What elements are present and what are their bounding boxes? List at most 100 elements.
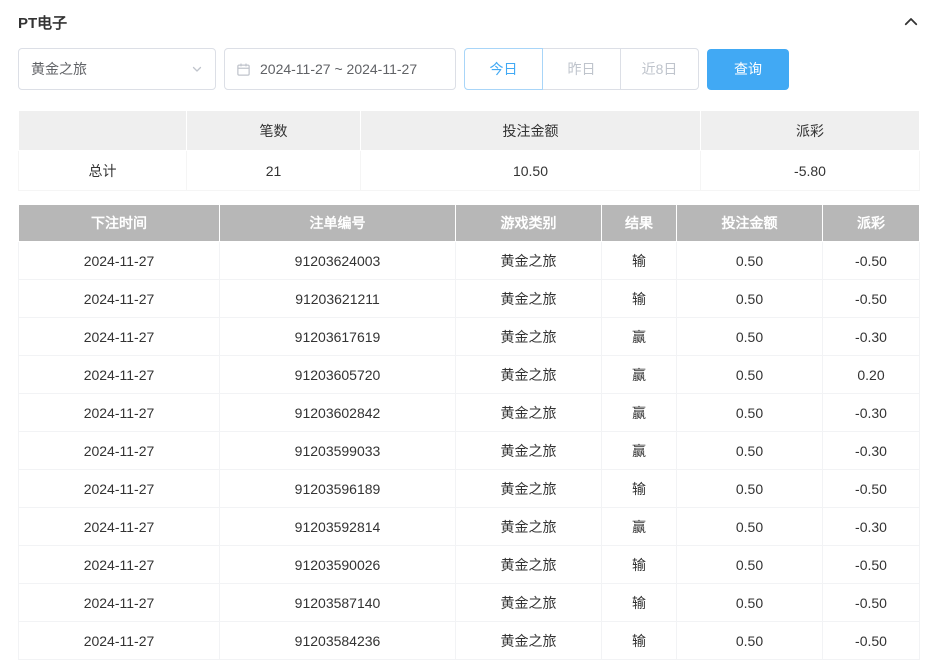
order-id-cell: 91203590026	[219, 545, 456, 584]
search-button[interactable]: 查询	[707, 48, 789, 90]
bet-amount-cell: 0.50	[676, 583, 823, 622]
table-row: 2024-11-27 91203596189 黄金之旅输 0.50 -0.50	[18, 469, 920, 508]
bet-amount-cell: 0.50	[676, 469, 823, 508]
date-range-input[interactable]: 2024-11-27 ~ 2024-11-27	[224, 48, 456, 90]
table-row: 2024-11-27 91203621211 黄金之旅输 0.50 -0.50	[18, 279, 920, 318]
chevron-up-icon[interactable]	[902, 13, 920, 31]
header-order-id: 注单编号	[219, 204, 456, 242]
order-id-cell: 91203592814	[219, 507, 456, 546]
game-type-cell: 黄金之旅	[455, 431, 602, 470]
bet-time-cell: 2024-11-27	[18, 507, 220, 546]
result-cell: 输	[601, 621, 677, 660]
payout-cell: -0.50	[822, 469, 920, 508]
bet-time-cell: 2024-11-27	[18, 621, 220, 660]
game-type-cell: 黄金之旅	[455, 279, 602, 318]
summary-header-payout: 派彩	[700, 110, 920, 151]
order-id-cell: 91203624003	[219, 241, 456, 280]
bet-time-cell: 2024-11-27	[18, 279, 220, 318]
chevron-down-icon	[191, 63, 203, 75]
table-row: 2024-11-27 91203624003 黄金之旅输 0.50 -0.50	[18, 241, 920, 280]
payout-cell: -0.50	[822, 279, 920, 318]
panel-header: PT电子	[18, 0, 920, 44]
game-select[interactable]: 黄金之旅	[18, 48, 216, 90]
payout-cell: -0.50	[822, 621, 920, 660]
payout-cell: -0.30	[822, 393, 920, 432]
payout-cell: -0.50	[822, 545, 920, 584]
result-cell: 输	[601, 279, 677, 318]
bet-amount-cell: 0.50	[676, 279, 823, 318]
bet-table-header-row: 下注时间 注单编号 游戏类别 结果 投注金额 派彩	[18, 204, 920, 242]
bet-time-cell: 2024-11-27	[18, 431, 220, 470]
result-cell: 赢	[601, 431, 677, 470]
header-payout: 派彩	[822, 204, 920, 242]
payout-cell: -0.30	[822, 317, 920, 356]
result-cell: 输	[601, 469, 677, 508]
bet-records-table: 下注时间 注单编号 游戏类别 结果 投注金额 派彩 2024-11-27 9120…	[18, 204, 920, 660]
table-row: 2024-11-27 91203602842 黄金之旅赢 0.50 -0.30	[18, 393, 920, 432]
result-cell: 赢	[601, 317, 677, 356]
bet-amount-cell: 0.50	[676, 355, 823, 394]
summary-payout-value: -5.80	[700, 150, 920, 191]
quick-date-button-group: 今日 昨日 近8日	[464, 48, 699, 90]
report-panel: PT电子 黄金之旅 2024-11-27 ~ 2024-11-27 今日 昨日 …	[0, 0, 938, 660]
table-row: 2024-11-27 91203587140 黄金之旅输 0.50 -0.50	[18, 583, 920, 622]
summary-header-blank	[18, 110, 187, 151]
result-cell: 输	[601, 545, 677, 584]
bet-amount-cell: 0.50	[676, 621, 823, 660]
summary-count-value: 21	[186, 150, 361, 191]
table-row: 2024-11-27 91203584236 黄金之旅输 0.50 -0.50	[18, 621, 920, 660]
header-bet-amount: 投注金额	[676, 204, 823, 242]
table-row: 2024-11-27 91203592814 黄金之旅赢 0.50 -0.30	[18, 507, 920, 546]
table-row: 2024-11-27 91203590026 黄金之旅输 0.50 -0.50	[18, 545, 920, 584]
result-cell: 赢	[601, 507, 677, 546]
summary-header-bet-amount: 投注金额	[360, 110, 701, 151]
bet-time-cell: 2024-11-27	[18, 469, 220, 508]
summary-table: 笔数 投注金额 派彩 总计 21 10.50 -5.80	[18, 110, 920, 191]
bet-time-cell: 2024-11-27	[18, 355, 220, 394]
last-8-days-button[interactable]: 近8日	[620, 48, 699, 90]
bet-amount-cell: 0.50	[676, 545, 823, 584]
table-row: 2024-11-27 91203605720 黄金之旅赢 0.50 0.20	[18, 355, 920, 394]
game-type-cell: 黄金之旅	[455, 583, 602, 622]
game-select-value: 黄金之旅	[31, 61, 87, 77]
order-id-cell: 91203599033	[219, 431, 456, 470]
calendar-icon	[236, 62, 251, 77]
summary-bet-amount-value: 10.50	[360, 150, 701, 191]
game-type-cell: 黄金之旅	[455, 507, 602, 546]
summary-header-count: 笔数	[186, 110, 361, 151]
bet-time-cell: 2024-11-27	[18, 583, 220, 622]
bet-amount-cell: 0.50	[676, 431, 823, 470]
order-id-cell: 91203605720	[219, 355, 456, 394]
bet-amount-cell: 0.50	[676, 241, 823, 280]
today-button[interactable]: 今日	[464, 48, 543, 90]
game-type-cell: 黄金之旅	[455, 355, 602, 394]
bet-time-cell: 2024-11-27	[18, 393, 220, 432]
payout-cell: -0.50	[822, 241, 920, 280]
bet-amount-cell: 0.50	[676, 317, 823, 356]
payout-cell: -0.30	[822, 431, 920, 470]
filter-bar: 黄金之旅 2024-11-27 ~ 2024-11-27 今日 昨日 近8日 查…	[18, 48, 920, 90]
order-id-cell: 91203621211	[219, 279, 456, 318]
summary-total-label: 总计	[18, 150, 187, 191]
summary-header-row: 笔数 投注金额 派彩	[18, 110, 920, 151]
result-cell: 赢	[601, 393, 677, 432]
payout-cell: 0.20	[822, 355, 920, 394]
yesterday-button[interactable]: 昨日	[542, 48, 621, 90]
result-cell: 输	[601, 583, 677, 622]
order-id-cell: 91203617619	[219, 317, 456, 356]
header-bet-time: 下注时间	[18, 204, 220, 242]
game-type-cell: 黄金之旅	[455, 393, 602, 432]
bet-time-cell: 2024-11-27	[18, 317, 220, 356]
bet-time-cell: 2024-11-27	[18, 241, 220, 280]
game-type-cell: 黄金之旅	[455, 241, 602, 280]
date-range-value: 2024-11-27 ~ 2024-11-27	[260, 61, 418, 77]
table-row: 2024-11-27 91203599033 黄金之旅赢 0.50 -0.30	[18, 431, 920, 470]
header-result: 结果	[601, 204, 677, 242]
game-type-cell: 黄金之旅	[455, 317, 602, 356]
order-id-cell: 91203596189	[219, 469, 456, 508]
panel-title: PT电子	[18, 14, 68, 32]
summary-total-row: 总计 21 10.50 -5.80	[18, 150, 920, 191]
result-cell: 输	[601, 241, 677, 280]
order-id-cell: 91203587140	[219, 583, 456, 622]
bet-amount-cell: 0.50	[676, 507, 823, 546]
